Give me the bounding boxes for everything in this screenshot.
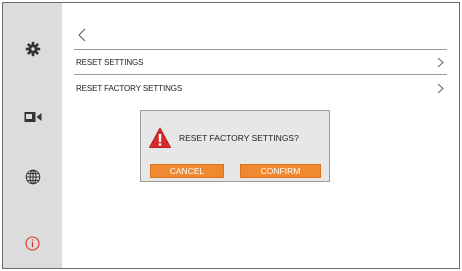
back-icon — [78, 28, 86, 42]
gear-icon — [25, 41, 40, 57]
info-icon — [25, 235, 40, 251]
chevron-right-icon — [434, 82, 446, 94]
back-button[interactable] — [74, 27, 90, 43]
divider — [74, 74, 447, 75]
confirm-dialog: RESET FACTORY SETTINGS? CANCEL CONFIRM — [140, 110, 330, 182]
dialog-title: RESET FACTORY SETTINGS? — [179, 133, 299, 143]
screen: RESET SETTINGS RESET FACTORY SETTINGS RE… — [2, 2, 460, 269]
sidebar — [3, 3, 62, 268]
camera-icon — [24, 112, 41, 122]
confirm-button[interactable]: CONFIRM — [240, 164, 321, 178]
cancel-button[interactable]: CANCEL — [150, 164, 224, 178]
chevron-right-icon — [434, 56, 446, 68]
settings-item-label: RESET FACTORY SETTINGS — [76, 83, 183, 93]
settings-item-reset-factory-settings[interactable]: RESET FACTORY SETTINGS — [76, 77, 446, 99]
settings-item-label: RESET SETTINGS — [76, 57, 144, 67]
warning-icon — [149, 127, 171, 148]
sidebar-item-language[interactable] — [3, 157, 62, 197]
globe-icon — [25, 169, 40, 185]
divider — [74, 49, 447, 50]
settings-item-reset-settings[interactable]: RESET SETTINGS — [76, 51, 446, 73]
sidebar-item-info[interactable] — [3, 223, 62, 263]
sidebar-item-settings[interactable] — [3, 29, 62, 69]
sidebar-item-camera[interactable] — [3, 97, 62, 137]
